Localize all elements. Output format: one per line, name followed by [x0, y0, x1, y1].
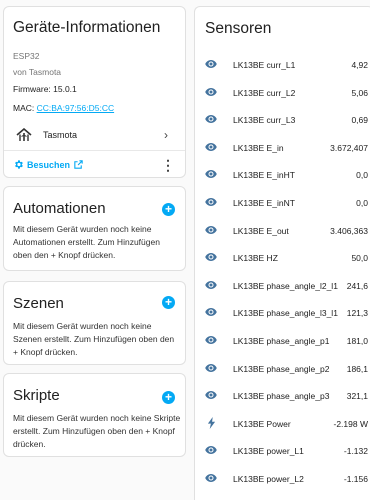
eye-icon [205, 280, 217, 289]
lightning-icon [207, 416, 216, 429]
device-manufacturer: von Tasmota [13, 67, 62, 77]
gear-icon [15, 160, 23, 169]
sensor-row-8[interactable]: LK13BE HZ 50,0 [195, 244, 370, 272]
sensor-value: 181,0 [346, 335, 368, 346]
sensor-value: 0,69 [351, 115, 368, 126]
sensor-value: 3.406,363 [330, 225, 368, 236]
eye-icon [205, 142, 217, 151]
scripts-description: Mit diesem Gerät wurden noch keine Skrip… [13, 413, 181, 449]
integration-row-tasmota[interactable]: Tasmota › [4, 120, 185, 150]
scenes-title: Szenen [13, 295, 64, 312]
visit-button[interactable]: Besuchen [13, 159, 84, 170]
sensor-name: LK13BE E_in [233, 142, 284, 153]
eye-icon [205, 87, 217, 96]
tasmota-logo-icon [16, 128, 32, 141]
device-info-card: Geräte-Informationen ESP32 von Tasmota F… [3, 6, 186, 178]
device-mac: MAC: CC:BA:97:56:D5:CC [13, 103, 114, 113]
scenes-card: Szenen + Mit diesem Gerät wurden noch ke… [3, 281, 186, 365]
device-card-actions: Besuchen ⋮ [4, 150, 185, 177]
eye-icon [205, 363, 217, 372]
sensor-name: LK13BE phase_angle_l2_l1 [233, 280, 338, 291]
sensor-name: LK13BE curr_L1 [233, 60, 296, 70]
sensor-row-9[interactable]: LK13BE phase_angle_l2_l1 241,6 [195, 272, 370, 300]
sensor-row-10[interactable]: LK13BE phase_angle_l3_l1 121,3 [195, 299, 370, 327]
eye-icon [205, 446, 217, 455]
chevron-right-icon: › [164, 128, 168, 142]
sensor-value: 186,1 [346, 363, 368, 374]
sensor-value: 121,3 [346, 308, 368, 319]
sensor-value: 0,0 [356, 170, 368, 181]
sensor-name: LK13BE curr_L3 [233, 115, 296, 126]
sensor-row-12[interactable]: LK13BE phase_angle_p2 186,1 [195, 355, 370, 383]
sensor-row-7[interactable]: LK13BE E_out 3.406,363 [195, 217, 370, 245]
eye-icon [205, 308, 217, 317]
add-script-button[interactable]: + [162, 391, 175, 404]
sensor-name: LK13BE phase_angle_p3 [233, 391, 330, 402]
sensor-value: -2.198 W [333, 418, 369, 429]
sensor-name: LK13BE power_L1 [233, 446, 304, 457]
eye-icon [205, 335, 217, 344]
device-page: Geräte-Informationen ESP32 von Tasmota F… [0, 0, 370, 500]
device-model: ESP32 [13, 51, 40, 61]
open-external-icon [74, 160, 83, 169]
sensor-name: LK13BE E_out [233, 225, 289, 236]
sensors-card: Sensoren LK13BE curr_L1 4,92 LK13BE curr… [194, 6, 370, 500]
sensor-row-14[interactable]: LK13BE Power -2.198 W [195, 410, 370, 438]
mac-link[interactable]: CC:BA:97:56:D5:CC [37, 103, 114, 113]
eye-icon [205, 225, 217, 234]
add-scene-button[interactable]: + [162, 296, 175, 309]
device-firmware: Firmware: 15.0.1 [13, 84, 77, 94]
eye-icon [205, 170, 217, 179]
sensor-row-16[interactable]: LK13BE power_L2 -1.156 [195, 465, 370, 493]
sensor-row-5[interactable]: LK13BE E_inHT 0,0 [195, 161, 370, 189]
sensor-value: -1.132 [343, 446, 368, 457]
sensor-row-11[interactable]: LK13BE phase_angle_p1 181,0 [195, 327, 370, 355]
eye-icon [205, 115, 217, 124]
scenes-description: Mit diesem Gerät wurden noch keine Szene… [13, 321, 175, 357]
sensor-name: LK13BE HZ [233, 253, 278, 264]
automations-card: Automationen + Mit diesem Gerät wurden n… [3, 186, 186, 271]
device-info-title: Geräte-Informationen [13, 19, 161, 36]
sensor-name: LK13BE curr_L2 [233, 87, 296, 98]
visit-button-label: Besuchen [27, 159, 71, 170]
sensor-value: 50,0 [351, 253, 368, 264]
sensor-row-2[interactable]: LK13BE curr_L2 5,06 [195, 79, 370, 107]
add-automation-button[interactable]: + [162, 203, 175, 216]
sensor-name: LK13BE phase_angle_p2 [233, 363, 330, 374]
sensor-value: 321,1 [346, 391, 368, 402]
sensors-title: Sensoren [205, 20, 272, 37]
automations-description: Mit diesem Gerät wurden noch keine Autom… [13, 224, 160, 260]
sensor-value: 3.672,407 [330, 142, 368, 153]
sensor-row-4[interactable]: LK13BE E_in 3.672,407 [195, 134, 370, 162]
eye-icon [205, 253, 217, 262]
eye-icon [205, 473, 217, 482]
sensor-row-6[interactable]: LK13BE E_inNT 0,0 [195, 189, 370, 217]
sensor-name: LK13BE E_inNT [233, 197, 295, 208]
sensor-row-17[interactable]: LK13BE power_L3 90 [195, 493, 370, 500]
more-options-icon[interactable]: ⋮ [161, 157, 175, 174]
automations-title: Automationen [13, 200, 106, 217]
sensor-name: LK13BE phase_angle_p1 [233, 335, 330, 346]
mac-label: MAC: [13, 103, 35, 113]
sensor-name: LK13BE E_inHT [233, 170, 295, 181]
sensor-value: 4,92 [351, 60, 368, 70]
sensor-row-1[interactable]: LK13BE curr_L1 4,92 [195, 51, 370, 79]
sensor-name: LK13BE power_L2 [233, 473, 304, 484]
eye-icon [205, 197, 217, 206]
scripts-card: Skripte + Mit diesem Gerät wurden noch k… [3, 373, 186, 457]
sensor-value: 0,0 [356, 197, 368, 208]
sensor-name: LK13BE phase_angle_l3_l1 [233, 308, 338, 319]
scripts-title: Skripte [13, 387, 60, 404]
sensor-row-13[interactable]: LK13BE phase_angle_p3 321,1 [195, 382, 370, 410]
sensor-row-3[interactable]: LK13BE curr_L3 0,69 [195, 106, 370, 134]
sensor-value: 241,6 [346, 280, 368, 291]
eye-icon [205, 60, 217, 68]
eye-icon [205, 391, 217, 400]
sensor-row-15[interactable]: LK13BE power_L1 -1.132 [195, 437, 370, 465]
sensor-name: LK13BE Power [233, 418, 291, 429]
sensor-list: LK13BE curr_L1 4,92 LK13BE curr_L2 5,06 … [195, 51, 370, 500]
sensor-value: -1.156 [343, 473, 368, 484]
sensor-value: 5,06 [351, 87, 368, 98]
integration-label: Tasmota [43, 130, 78, 140]
